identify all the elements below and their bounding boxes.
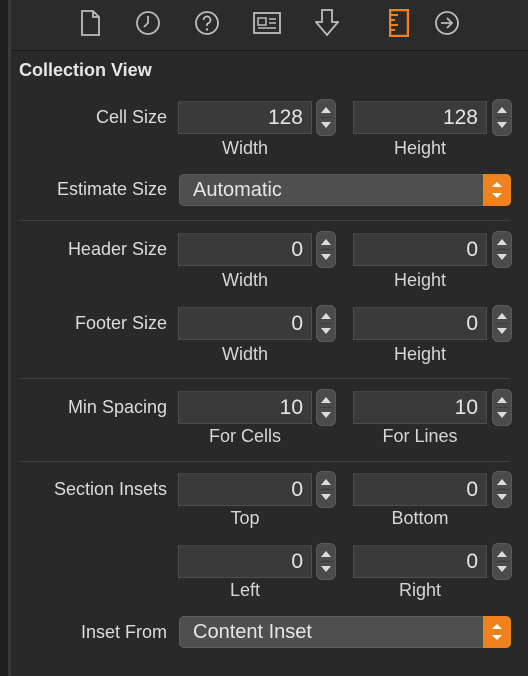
connections-inspector-icon[interactable] xyxy=(432,8,462,38)
footer-height-stepper[interactable] xyxy=(492,305,512,342)
inspector-toolbar xyxy=(11,0,528,51)
cell-width-field[interactable]: 128 xyxy=(178,101,312,134)
inset-right-stepper[interactable] xyxy=(492,543,512,580)
popup-arrows-icon xyxy=(483,174,511,206)
footer-width-stepper[interactable] xyxy=(316,305,336,342)
cell-width-label: Width xyxy=(221,138,268,158)
quick-help-icon[interactable] xyxy=(192,8,222,38)
for-cells-label: For Cells xyxy=(208,426,281,446)
divider xyxy=(19,378,510,379)
estimate-size-value: Automatic xyxy=(193,179,282,201)
inset-top-stepper[interactable] xyxy=(316,471,336,508)
min-spacing-cells-field[interactable]: 10 xyxy=(178,391,312,424)
section-title: Collection View xyxy=(19,60,152,80)
cell-width-stepper[interactable] xyxy=(316,99,336,136)
footer-width-field[interactable]: 0 xyxy=(178,307,312,340)
top-label: Top xyxy=(230,508,260,528)
divider xyxy=(19,461,510,462)
file-inspector-icon[interactable] xyxy=(75,8,105,38)
section-insets-label: Section Insets xyxy=(53,479,167,499)
min-spacing-lines-stepper[interactable] xyxy=(492,389,512,426)
left-label: Left xyxy=(229,580,261,600)
inset-bottom-field[interactable]: 0 xyxy=(353,473,487,506)
inset-from-value: Content Inset xyxy=(193,621,312,643)
cell-size-label: Cell Size xyxy=(95,107,167,127)
header-width-label: Width xyxy=(221,270,268,290)
estimate-size-label: Estimate Size xyxy=(56,179,167,199)
attributes-inspector-icon[interactable] xyxy=(312,8,342,38)
for-lines-label: For Lines xyxy=(382,426,458,446)
inset-left-stepper[interactable] xyxy=(316,543,336,580)
popup-arrows-icon xyxy=(483,616,511,648)
header-height-label: Height xyxy=(393,270,447,290)
identity-inspector-icon[interactable] xyxy=(252,8,282,38)
inset-top-field[interactable]: 0 xyxy=(178,473,312,506)
right-label: Right xyxy=(398,580,442,600)
min-spacing-lines-field[interactable]: 10 xyxy=(353,391,487,424)
header-size-label: Header Size xyxy=(67,239,167,259)
footer-height-label: Height xyxy=(393,344,447,364)
min-spacing-label: Min Spacing xyxy=(67,397,167,417)
header-height-stepper[interactable] xyxy=(492,231,512,268)
cell-height-stepper[interactable] xyxy=(492,99,512,136)
footer-width-label: Width xyxy=(221,344,268,364)
history-inspector-icon[interactable] xyxy=(133,8,163,38)
inset-right-field[interactable]: 0 xyxy=(353,545,487,578)
inset-from-label: Inset From xyxy=(80,622,167,642)
footer-height-field[interactable]: 0 xyxy=(353,307,487,340)
inset-left-field[interactable]: 0 xyxy=(178,545,312,578)
estimate-size-popup[interactable]: Automatic xyxy=(179,174,511,206)
cell-height-label: Height xyxy=(393,138,447,158)
min-spacing-cells-stepper[interactable] xyxy=(316,389,336,426)
inset-bottom-stepper[interactable] xyxy=(492,471,512,508)
header-width-stepper[interactable] xyxy=(316,231,336,268)
cell-height-field[interactable]: 128 xyxy=(353,101,487,134)
size-inspector-icon[interactable] xyxy=(384,8,414,38)
footer-size-label: Footer Size xyxy=(74,313,167,333)
header-height-field[interactable]: 0 xyxy=(353,233,487,266)
inset-from-popup[interactable]: Content Inset xyxy=(179,616,511,648)
divider xyxy=(19,220,510,221)
header-width-field[interactable]: 0 xyxy=(178,233,312,266)
bottom-label: Bottom xyxy=(391,508,449,528)
